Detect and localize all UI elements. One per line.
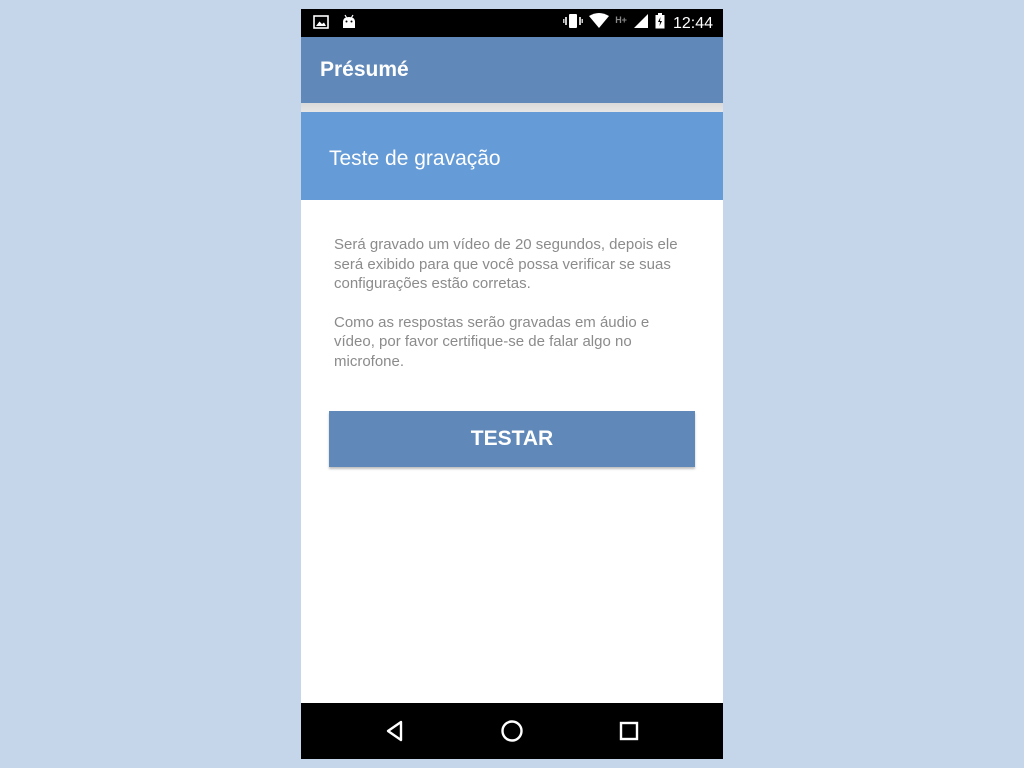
status-left-icons xyxy=(313,14,357,35)
status-bar: H+ 12:44 xyxy=(301,9,723,37)
card-title: Teste de gravação xyxy=(329,147,501,170)
back-icon[interactable] xyxy=(379,715,411,747)
status-right-icons: H+ 12:44 xyxy=(563,13,713,34)
card-header: Teste de gravação xyxy=(301,112,723,200)
status-time: 12:44 xyxy=(672,14,713,32)
instruction-paragraph-2: Como as respostas serão gravadas em áudi… xyxy=(334,313,650,370)
navigation-bar xyxy=(301,703,723,759)
app-bar: Présumé xyxy=(301,37,723,103)
android-icon xyxy=(341,14,357,35)
app-bar-divider xyxy=(301,103,723,112)
battery-icon xyxy=(655,13,665,34)
instruction-paragraph-1: Será gravado um vídeo de 20 segundos, de… xyxy=(334,236,678,292)
home-icon[interactable] xyxy=(496,715,528,747)
signal-icon xyxy=(633,13,649,34)
test-button[interactable]: TESTAR xyxy=(329,411,695,467)
app-title: Présumé xyxy=(320,58,409,81)
phone-screen: H+ 12:44 Présumé Teste de gravação Será … xyxy=(301,9,723,759)
image-icon xyxy=(313,15,329,34)
instructions-text: Será gravado um vídeo de 20 segundos, de… xyxy=(334,235,694,390)
wifi-icon xyxy=(589,13,610,34)
network-type-label: H+ xyxy=(615,14,627,25)
recents-icon[interactable] xyxy=(613,715,645,747)
vibrate-icon xyxy=(563,13,583,34)
